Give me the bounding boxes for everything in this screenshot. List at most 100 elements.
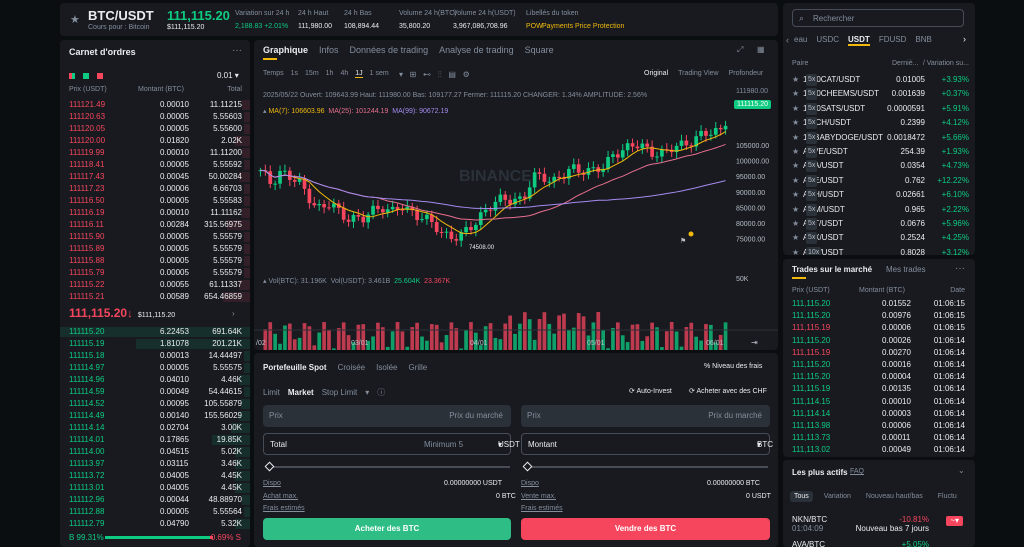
chart-view-tab[interactable]: Original	[644, 70, 668, 77]
sell-amount-field[interactable]: Montant BTC ▾	[521, 433, 773, 455]
order-book-row[interactable]: 111117.23 0.00006 6.66703	[60, 183, 250, 195]
search-input[interactable]: ⌕ Rechercher	[792, 9, 964, 27]
chart-tab[interactable]: Square	[525, 45, 554, 55]
interval-tab[interactable]: 1J	[355, 70, 363, 78]
star-icon[interactable]: ★	[792, 88, 799, 100]
token-tag[interactable]: Payments	[542, 23, 573, 30]
wallet-tab[interactable]: Isolée	[376, 363, 397, 372]
order-book-row[interactable]: 111114.01 0.17865 19.85K	[60, 434, 250, 446]
chart-tools[interactable]: ▾ ⊞ ⊷ ⫶⫶ ▤ ⚙	[399, 70, 470, 80]
order-book-row[interactable]: 111114.00 0.04515 5.02K	[60, 446, 250, 458]
market-row[interactable]: ★ 1MBABYDOGE/USDT 5x 0.0018472 +5.66%	[783, 131, 975, 144]
active-row[interactable]: NKN/BTC 01:04:09 -10.81% Nouveau bas 7 jour…	[783, 514, 975, 538]
grid-icon[interactable]: ▦	[757, 45, 765, 54]
order-book-row[interactable]: 111121.49 0.00010 11.11215	[60, 99, 250, 111]
star-icon[interactable]: ★	[792, 247, 799, 255]
buy-chf-link[interactable]: ⟳ Acheter avec des CHF	[689, 387, 767, 395]
symbol-title[interactable]: BTC/USDT	[88, 8, 154, 23]
chevron-left-icon[interactable]: ‹	[786, 35, 789, 45]
chart-view-tab[interactable]: Trading View	[678, 70, 718, 77]
market-row[interactable]: ★ 1INCH/USDT 5x 0.2399 +4.12%	[783, 117, 975, 130]
tab-market-trades[interactable]: Trades sur le marché	[792, 265, 872, 274]
interval-tab[interactable]: 1h	[326, 70, 334, 77]
order-book-row[interactable]: 111115.88 0.00005 5.55579	[60, 255, 250, 267]
market-row[interactable]: ★ 1000CAT/USDT 5x 0.01005 +3.93%	[783, 74, 975, 86]
chart-tab[interactable]: Analyse de trading	[439, 45, 514, 55]
market-tab[interactable]: BNB	[915, 35, 931, 44]
market-row[interactable]: ★ 1000CHEEMS/USDT 5x 0.001639 +0.37%	[783, 88, 975, 101]
order-book-row[interactable]: 111114.52 0.00095 105.55879	[60, 398, 250, 410]
order-book-row[interactable]: 111115.21 0.00589 654.46859	[60, 291, 250, 303]
wallet-tab[interactable]: Croisée	[338, 363, 366, 372]
token-tag[interactable]: POW	[526, 23, 543, 30]
order-book-row[interactable]: 111114.49 0.00140 155.56029	[60, 410, 250, 422]
order-book-row[interactable]: 111115.18 0.00013 14.44497	[60, 350, 250, 362]
symbol-subtitle[interactable]: Cours pour : Bitcoin	[88, 24, 149, 31]
star-icon[interactable]: ★	[792, 160, 799, 172]
market-row[interactable]: ★ ACA/USDT 5x 0.0354 +4.73%	[783, 160, 975, 173]
order-book-row[interactable]: 111120.00 0.01820 2.02K	[60, 135, 250, 147]
order-book-row[interactable]: 111115.79 0.00005 5.55579	[60, 267, 250, 279]
buy-slider[interactable]	[264, 461, 510, 472]
market-row[interactable]: ★ AAVE/USDT 5x 254.39 +1.93%	[783, 146, 975, 158]
chart-tab[interactable]: Données de trading	[350, 45, 429, 55]
order-book-row[interactable]: 111114.14 0.02704 3.00K	[60, 422, 250, 434]
faq-link[interactable]: FAQ	[850, 468, 864, 475]
market-tab[interactable]: USDT	[848, 35, 870, 46]
star-icon[interactable]: ★	[792, 146, 799, 158]
market-row[interactable]: ★ ADA/USDT 10x 0.8028 +3.12%	[783, 246, 975, 255]
market-row[interactable]: ★ ACH/USDT 5x 0.02661 +6.10%	[783, 189, 975, 202]
token-tag[interactable]: Price Protection	[575, 23, 624, 30]
order-book-row[interactable]: 111112.79 0.04790 5.32K	[60, 518, 250, 530]
ruler-icon[interactable]: ⇥	[751, 338, 758, 347]
chart-tab[interactable]: Graphique	[263, 45, 308, 55]
active-row[interactable]: AVA/BTC +5.05%	[783, 539, 975, 547]
market-tab[interactable]: USDC	[816, 35, 839, 44]
order-book-row[interactable]: 111119.99 0.00010 11.11200	[60, 147, 250, 159]
precision-select[interactable]: 0.01 ▾	[217, 71, 239, 80]
star-icon[interactable]: ★	[792, 175, 799, 187]
expand-icon[interactable]: ⤢	[737, 45, 743, 55]
sell-slider[interactable]	[522, 461, 768, 472]
star-icon[interactable]: ★	[792, 189, 799, 201]
star-icon[interactable]: ★	[792, 218, 799, 230]
sell-button[interactable]: Vendre des BTC	[521, 518, 770, 540]
star-icon[interactable]: ★	[792, 74, 799, 86]
order-book-row[interactable]: 111117.43 0.00045 50.00284	[60, 171, 250, 183]
order-book-row[interactable]: 111112.96 0.00044 48.88970	[60, 494, 250, 506]
star-icon[interactable]: ★	[792, 132, 799, 144]
interval-tab[interactable]: Temps	[263, 70, 284, 77]
order-book-row[interactable]: 111115.90 0.00005 5.55579	[60, 231, 250, 243]
active-tab[interactable]: Fluctu	[934, 491, 961, 502]
market-row[interactable]: ★ 1000SATS/USDT 5x 0.0000591 +5.91%	[783, 102, 975, 115]
event-dot[interactable]	[688, 231, 694, 237]
market-row[interactable]: ★ ACM/USDT 5x 0.965 +2.22%	[783, 203, 975, 216]
order-book-row[interactable]: 111118.41 0.00005 5.55592	[60, 159, 250, 171]
chevron-right-icon[interactable]: ›	[963, 34, 966, 44]
chart-view-tab[interactable]: Profondeur	[729, 70, 764, 77]
order-book-row[interactable]: 111115.19 1.81078 201.21K	[60, 338, 250, 350]
order-book-row[interactable]: 111116.50 0.00005 5.55583	[60, 195, 250, 207]
buy-total-field[interactable]: Total Minimum 5 USDT ▾	[263, 433, 520, 455]
wallet-tab[interactable]: Portefeuille Spot	[263, 363, 327, 372]
order-book-row[interactable]: 111113.01 0.04005 4.45K	[60, 482, 250, 494]
order-book-row[interactable]: 111120.05 0.00005 5.55600	[60, 123, 250, 135]
star-icon[interactable]: ★	[792, 232, 799, 244]
interval-tab[interactable]: 1 sem	[370, 70, 389, 77]
order-type-tab[interactable]: Stop Limit	[322, 388, 358, 397]
interval-tab[interactable]: 15m	[305, 70, 319, 77]
wallet-tab[interactable]: Grille	[409, 363, 428, 372]
market-row[interactable]: ★ ACE/USDT 5x 0.762 +12.22%	[783, 174, 975, 187]
star-icon[interactable]: ★	[792, 103, 799, 115]
chevron-down-icon[interactable]: ▾	[365, 388, 369, 397]
order-book-row[interactable]: 111115.89 0.00005 5.55579	[60, 243, 250, 255]
book-view-icons[interactable]	[69, 72, 103, 81]
more-icon[interactable]: ···	[232, 45, 242, 56]
order-book-row[interactable]: 111113.97 0.03115 3.46K	[60, 458, 250, 470]
order-book-row[interactable]: 111115.20 6.22453 691.64K	[60, 326, 250, 338]
active-tab[interactable]: Tous	[790, 491, 813, 502]
market-tab[interactable]: eau	[794, 35, 807, 44]
order-book-row[interactable]: 111113.72 0.04005 4.45K	[60, 470, 250, 482]
chevron-right-icon[interactable]: ›	[232, 309, 235, 318]
order-type-tab[interactable]: Market	[288, 388, 314, 397]
